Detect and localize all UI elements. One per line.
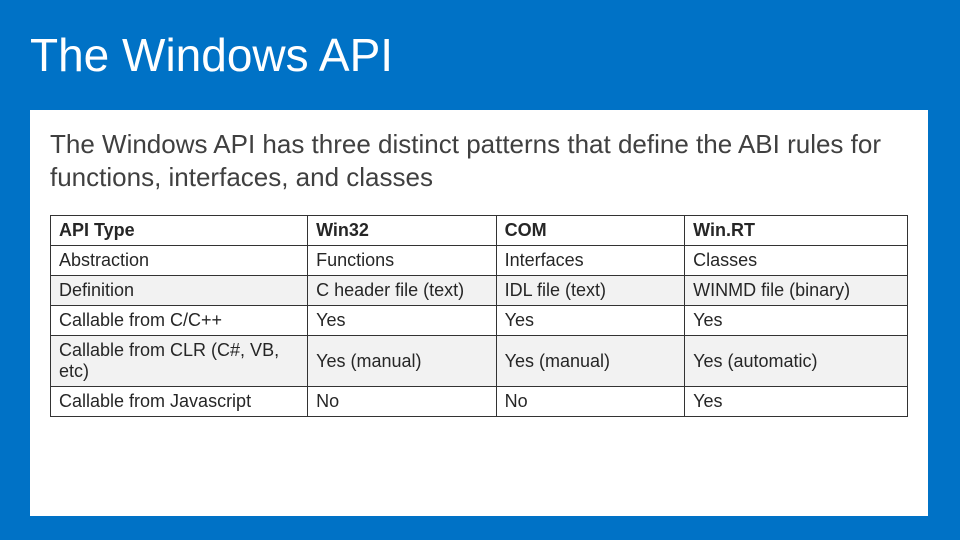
table-cell: No [496,387,685,417]
table-header: API Type [51,216,308,246]
table-cell: C header file (text) [308,276,497,306]
table-row: Callable from CLR (C#, VB, etc) Yes (man… [51,336,908,387]
table-cell: Classes [685,246,908,276]
table-row: Callable from Javascript No No Yes [51,387,908,417]
table-header: Win.RT [685,216,908,246]
table-row: Callable from C/C++ Yes Yes Yes [51,306,908,336]
table-cell: Abstraction [51,246,308,276]
table-cell: Functions [308,246,497,276]
slide-subtitle: The Windows API has three distinct patte… [50,128,908,193]
content-panel: The Windows API has three distinct patte… [30,110,928,516]
table-cell: Yes [308,306,497,336]
table-header: Win32 [308,216,497,246]
table-cell: Callable from CLR (C#, VB, etc) [51,336,308,387]
table-cell: IDL file (text) [496,276,685,306]
table-cell: Definition [51,276,308,306]
table-row: Abstraction Functions Interfaces Classes [51,246,908,276]
table-cell: Yes [685,306,908,336]
table-header: COM [496,216,685,246]
table-cell: WINMD file (binary) [685,276,908,306]
table-cell: Callable from C/C++ [51,306,308,336]
table-cell: Yes [496,306,685,336]
table-header-row: API Type Win32 COM Win.RT [51,216,908,246]
table-cell: Yes (manual) [496,336,685,387]
table-cell: Yes [685,387,908,417]
slide: The Windows API The Windows API has thre… [0,0,960,540]
slide-title: The Windows API [30,28,930,82]
table-cell: Yes (automatic) [685,336,908,387]
table-cell: Callable from Javascript [51,387,308,417]
table-cell: Yes (manual) [308,336,497,387]
table-row: Definition C header file (text) IDL file… [51,276,908,306]
table-cell: No [308,387,497,417]
api-table: API Type Win32 COM Win.RT Abstraction Fu… [50,215,908,417]
table-cell: Interfaces [496,246,685,276]
